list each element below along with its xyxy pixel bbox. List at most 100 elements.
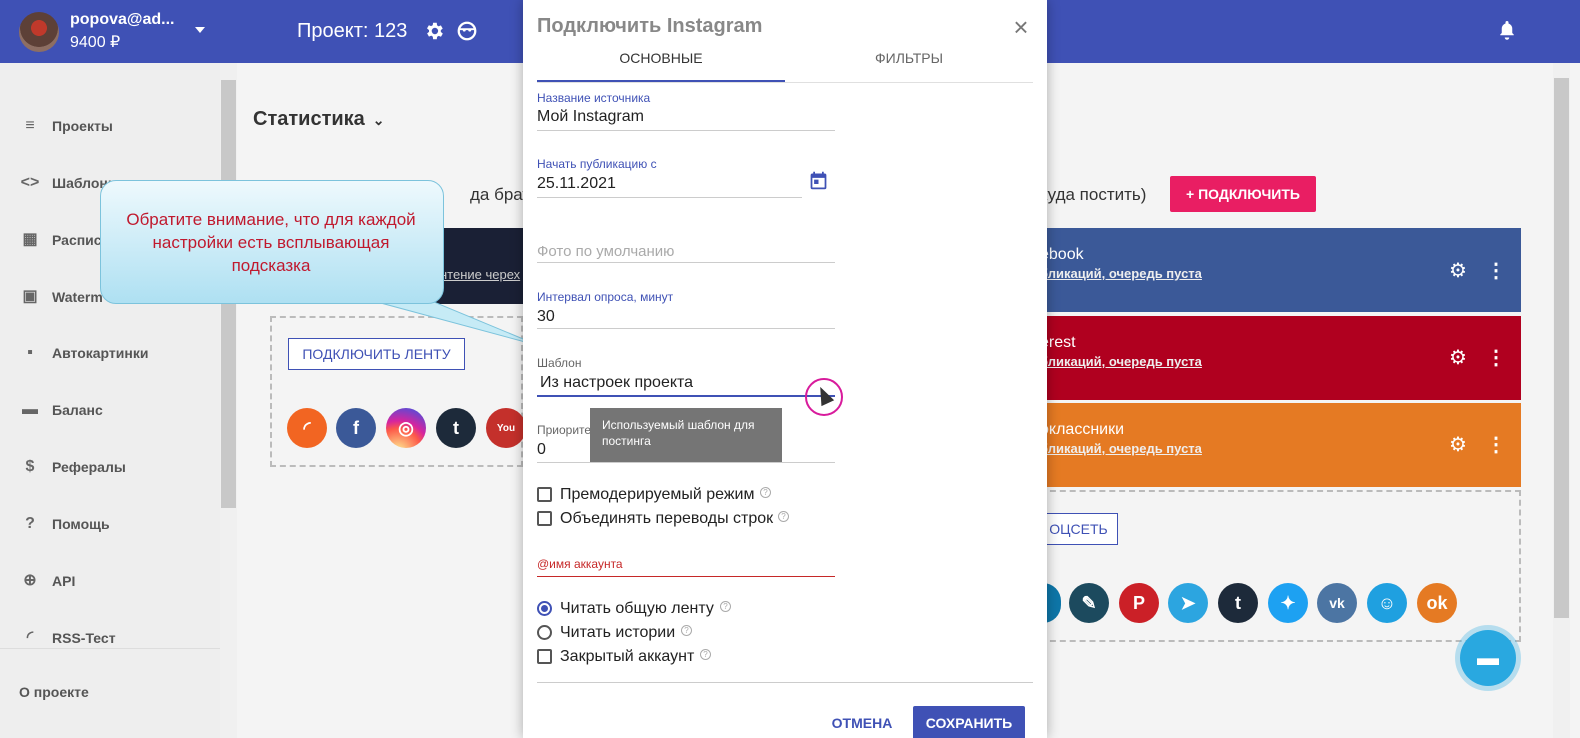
tab-main[interactable]: ОСНОВНЫЕ	[537, 50, 785, 66]
field-underline-active	[537, 395, 835, 397]
save-button[interactable]: СОХРАНИТЬ	[913, 706, 1025, 738]
field-underline	[537, 328, 835, 329]
odnoklassniki-icon[interactable]: ok	[1417, 583, 1457, 623]
moimir-icon[interactable]: ☺	[1367, 583, 1407, 623]
default-photo-field[interactable]: Фото по умолчанию	[537, 243, 674, 260]
dialog-title: Подключить Instagram	[537, 15, 763, 37]
livejournal-icon[interactable]: ✎	[1069, 583, 1109, 623]
merge-lines-checkbox[interactable]	[537, 511, 552, 526]
premoderation-checkbox[interactable]	[537, 487, 552, 502]
gear-icon[interactable]: ⚙	[1447, 347, 1469, 369]
stats-title[interactable]: Статистика ⌄	[253, 108, 385, 131]
tabs-divider	[537, 82, 1033, 83]
calendar-icon: ▦	[22, 231, 38, 248]
sidebar-item-autoimages[interactable]: ▪ Автокартинки	[0, 333, 220, 373]
close-icon[interactable]: ×	[1010, 12, 1032, 43]
account-name-field[interactable]: @имя аккаунта	[537, 557, 623, 571]
source-name-field[interactable]: Мой Instagram	[537, 108, 644, 126]
field-underline	[537, 462, 835, 463]
more-icon[interactable]: ⋮	[1486, 435, 1506, 455]
premoderation-label[interactable]: Премодерируемый режим	[560, 486, 755, 504]
image-icon: ▣	[22, 288, 38, 305]
sidebar-item-label: Помощь	[52, 516, 110, 532]
help-icon[interactable]: ?	[681, 625, 692, 636]
closed-account-label[interactable]: Закрытый аккаунт	[560, 648, 694, 666]
autoimage-icon: ▪	[27, 344, 33, 361]
avatar[interactable]	[19, 12, 59, 52]
sidebar-item-api[interactable]: ⊕ API	[0, 561, 220, 601]
start-date-field[interactable]: 25.11.2021	[537, 175, 616, 193]
user-balance: 9400 ₽	[70, 34, 121, 51]
tab-indicator	[537, 80, 785, 82]
cancel-button[interactable]: ОТМЕНА	[826, 708, 898, 738]
sidebar-item-referrals[interactable]: $ Рефералы	[0, 447, 220, 487]
tab-filters[interactable]: ФИЛЬТРЫ	[785, 50, 1033, 66]
facebook-icon[interactable]: f	[336, 408, 376, 448]
destinations-title: куда постить)	[1040, 185, 1147, 204]
field-underline	[537, 130, 835, 131]
read-feed-label[interactable]: Читать общую ленту	[560, 600, 714, 618]
tumblr-icon[interactable]: t	[436, 408, 476, 448]
sidebar-item-rss-test[interactable]: ◜ RSS-Тест	[0, 618, 220, 658]
code-icon: <>	[20, 174, 40, 191]
rss-icon[interactable]: ◜	[287, 408, 327, 448]
source-card-link[interactable]: нтение черех	[440, 267, 520, 282]
gear-icon[interactable]: ⚙	[1447, 434, 1469, 456]
gear-icon[interactable]: ⚙	[1447, 260, 1469, 282]
more-icon[interactable]: ⋮	[1486, 348, 1506, 368]
about-link[interactable]: О проекте	[19, 684, 89, 700]
chevron-down-icon[interactable]	[195, 27, 205, 33]
bell-icon[interactable]	[1498, 20, 1516, 40]
dialog-footer-divider	[537, 682, 1033, 683]
sidebar-item-balance[interactable]: ▬ Баланс	[0, 390, 220, 430]
sidebar-item-label: Баланс	[52, 402, 103, 418]
field-underline	[537, 197, 802, 198]
sidebar-item-label: Проекты	[52, 118, 113, 134]
destination-status[interactable]: бликаций, очередь пуста	[1040, 441, 1202, 456]
vk-icon[interactable]: vk	[1317, 583, 1357, 623]
sidebar-item-label: Waterm	[52, 289, 103, 305]
gear-icon[interactable]	[423, 20, 445, 42]
tumblr-icon[interactable]: t	[1218, 583, 1258, 623]
chat-icon[interactable]: ▬	[1460, 630, 1516, 686]
sidebar-item-projects[interactable]: ≡ Проекты	[0, 106, 220, 146]
read-stories-label[interactable]: Читать истории	[560, 624, 675, 642]
destination-status[interactable]: бликаций, очередь пуста	[1040, 354, 1202, 369]
help-icon[interactable]: ?	[720, 601, 731, 612]
template-select[interactable]: Из настроек проекта	[540, 374, 693, 392]
help-icon[interactable]: ?	[760, 487, 771, 498]
help-icon[interactable]: ?	[700, 649, 711, 660]
twitter-icon[interactable]: ✦	[1268, 583, 1308, 623]
more-icon[interactable]: ⋮	[1486, 261, 1506, 281]
interval-field[interactable]: 30	[537, 308, 555, 326]
sidebar-item-help[interactable]: ? Помощь	[0, 504, 220, 544]
stats-title-text: Статистика	[253, 108, 365, 130]
merge-lines-label[interactable]: Объединять переводы строк	[560, 510, 773, 528]
sidebar-item-label: Рефералы	[52, 459, 126, 475]
user-email[interactable]: popova@ad...	[70, 11, 175, 29]
connect-social-button[interactable]: ОЦСЕТЬ	[1040, 513, 1118, 545]
template-label: Шаблон	[537, 356, 582, 370]
dollar-icon: $	[25, 458, 35, 475]
start-date-label: Начать публикацию с	[537, 157, 657, 171]
youtube-icon[interactable]: You	[486, 408, 526, 448]
pinterest-icon[interactable]: P	[1119, 583, 1159, 623]
callout-text: Обратите внимание, что для каждой настро…	[126, 210, 416, 275]
calendar-icon[interactable]	[808, 170, 829, 191]
read-stories-radio[interactable]	[537, 625, 552, 640]
field-underline-error	[537, 576, 835, 577]
support-icon[interactable]	[456, 20, 478, 42]
telegram-icon[interactable]: ➤	[1168, 583, 1208, 623]
chevron-down-icon: ⌄	[372, 112, 385, 128]
closed-account-checkbox[interactable]	[537, 649, 552, 664]
connect-button[interactable]: + ПОДКЛЮЧИТЬ	[1170, 176, 1316, 212]
interval-label: Интервал опроса, минут	[537, 290, 674, 304]
read-feed-radio[interactable]	[537, 601, 552, 616]
main-scroll-thumb[interactable]	[1554, 78, 1569, 618]
instagram-icon[interactable]: ◎	[386, 408, 426, 448]
help-icon: ?	[25, 515, 35, 532]
help-icon[interactable]: ?	[778, 511, 789, 522]
priority-field[interactable]: 0	[537, 441, 546, 459]
destination-status[interactable]: бликаций, очередь пуста	[1040, 266, 1202, 281]
project-title: Проект: 123	[297, 20, 408, 42]
